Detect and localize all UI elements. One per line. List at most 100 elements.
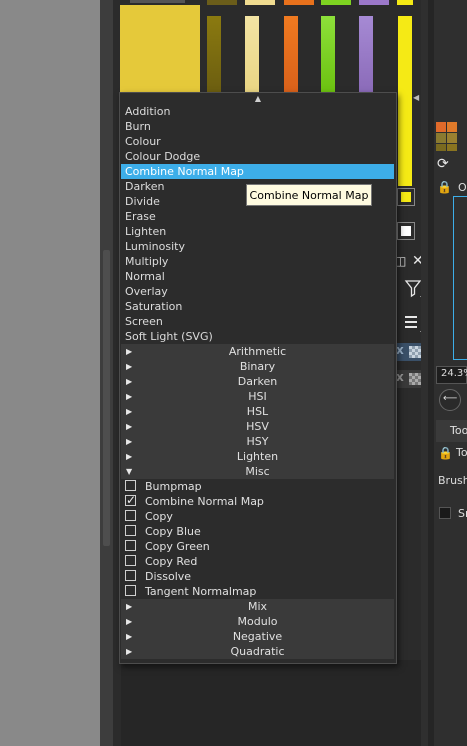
collapsed-arrow-icon: ▶ bbox=[126, 602, 133, 611]
bar-cap-cream bbox=[245, 0, 275, 5]
blend-mode-item-soft-light-svg[interactable]: Soft Light (SVG) bbox=[121, 329, 394, 344]
blend-mode-dropdown[interactable]: ▲ Addition Burn Colour Colour Dodge Combine … bbox=[119, 92, 397, 664]
category-label: Negative bbox=[232, 630, 283, 643]
category-misc[interactable]: ▼ Misc bbox=[121, 464, 394, 479]
category-label: Mix bbox=[247, 600, 268, 613]
tooltip: Combine Normal Map bbox=[246, 184, 372, 206]
category-hsy[interactable]: ▶ HSY bbox=[121, 434, 394, 449]
category-negative[interactable]: ▶ Negative bbox=[121, 629, 394, 644]
value-slider-yellow[interactable] bbox=[398, 16, 412, 186]
misc-item-bumpmap[interactable]: Bumpmap bbox=[121, 479, 394, 494]
tool-options-tab[interactable]: Too bbox=[436, 420, 467, 442]
expanded-arrow-icon: ▼ bbox=[126, 467, 133, 476]
palette-swatch-orange-1[interactable] bbox=[436, 122, 446, 132]
category-label: Quadratic bbox=[230, 645, 285, 658]
category-binary[interactable]: ▶ Binary bbox=[121, 359, 394, 374]
checkbox[interactable] bbox=[125, 480, 136, 491]
collapsed-arrow-icon: ▶ bbox=[126, 392, 133, 401]
category-arithmetic[interactable]: ▶ Arithmetic bbox=[121, 344, 394, 359]
checkbox[interactable] bbox=[125, 510, 136, 521]
category-hsv[interactable]: ▶ HSV bbox=[121, 419, 394, 434]
misc-item-dissolve[interactable]: Dissolve bbox=[121, 569, 394, 584]
tool-lock-icon[interactable]: 🔒 bbox=[438, 446, 453, 460]
collapsed-arrow-icon: ▶ bbox=[126, 617, 133, 626]
checkbox[interactable] bbox=[125, 570, 136, 581]
bar-cap-olive bbox=[207, 0, 237, 5]
checkbox[interactable] bbox=[125, 555, 136, 566]
category-label: HSI bbox=[248, 390, 267, 403]
category-quadratic[interactable]: ▶ Quadratic bbox=[121, 644, 394, 659]
checkbox[interactable] bbox=[125, 540, 136, 551]
canvas-area bbox=[0, 0, 100, 746]
opacity-label: O bbox=[458, 181, 467, 194]
category-darken[interactable]: ▶ Darken bbox=[121, 374, 394, 389]
blend-mode-item-luminosity[interactable]: Luminosity bbox=[121, 239, 394, 254]
zoom-slider-knob[interactable]: ⟵ bbox=[439, 389, 461, 411]
blend-mode-item-overlay[interactable]: Overlay bbox=[121, 284, 394, 299]
checkbox-label: Combine Normal Map bbox=[145, 495, 264, 508]
palette-swatch-olive-3[interactable] bbox=[436, 144, 446, 151]
gradient-bar-purple[interactable] bbox=[359, 16, 373, 94]
slider-arrows-icon: ⟵ bbox=[443, 393, 458, 404]
background-color-button[interactable] bbox=[397, 222, 415, 240]
category-label: Lighten bbox=[236, 450, 279, 463]
category-label: HSV bbox=[246, 420, 269, 433]
category-hsi[interactable]: ▶ HSI bbox=[121, 389, 394, 404]
palette-swatch-olive-4[interactable] bbox=[447, 144, 457, 151]
blend-mode-item-burn[interactable]: Burn bbox=[121, 119, 394, 134]
blend-mode-item-colour[interactable]: Colour bbox=[121, 134, 394, 149]
blend-mode-item-addition[interactable]: Addition bbox=[121, 104, 394, 119]
checkbox[interactable] bbox=[125, 525, 136, 536]
blend-mode-item-colour-dodge[interactable]: Colour Dodge bbox=[121, 149, 394, 164]
collapsed-arrow-icon: ▶ bbox=[126, 407, 133, 416]
blend-mode-item-lighten[interactable]: Lighten bbox=[121, 224, 394, 239]
foreground-color-button[interactable] bbox=[397, 188, 415, 206]
palette-swatch-orange-2[interactable] bbox=[447, 122, 457, 132]
splitter-handle[interactable] bbox=[103, 250, 110, 546]
right-splitter[interactable] bbox=[428, 0, 434, 746]
misc-item-copy-green[interactable]: Copy Green bbox=[121, 539, 394, 554]
misc-item-combine-normal-map[interactable]: Combine Normal Map bbox=[121, 493, 394, 509]
palette-swatch-olive-2[interactable] bbox=[447, 133, 457, 143]
blend-mode-item-screen[interactable]: Screen bbox=[121, 314, 394, 329]
swatch-top-edge bbox=[130, 0, 185, 3]
checkbox-label: Copy bbox=[145, 510, 173, 523]
misc-item-copy-red[interactable]: Copy Red bbox=[121, 554, 394, 569]
checkbox-label: Bumpmap bbox=[145, 480, 202, 493]
background-color-fill bbox=[401, 226, 411, 236]
lock-icon[interactable]: 🔒 bbox=[437, 180, 452, 194]
gradient-bar-orange[interactable] bbox=[284, 16, 298, 94]
gradient-bar-green[interactable] bbox=[321, 16, 335, 94]
category-label: Misc bbox=[245, 465, 270, 478]
blend-mode-item-normal[interactable]: Normal bbox=[121, 269, 394, 284]
palette-swatch-olive-1[interactable] bbox=[436, 133, 446, 143]
checkbox[interactable] bbox=[125, 493, 136, 508]
refresh-icon[interactable]: ⟳ bbox=[437, 156, 449, 172]
misc-item-tangent-normalmap[interactable]: Tangent Normalmap bbox=[121, 584, 394, 599]
blend-mode-item-combine-normal-map[interactable]: Combine Normal Map bbox=[121, 164, 394, 179]
category-modulo[interactable]: ▶ Modulo bbox=[121, 614, 394, 629]
checkbox-label: Copy Red bbox=[145, 555, 198, 568]
category-label: HSY bbox=[246, 435, 269, 448]
category-hsl[interactable]: ▶ HSL bbox=[121, 404, 394, 419]
zoom-field[interactable]: 24.3% bbox=[436, 366, 467, 384]
misc-item-copy[interactable]: Copy bbox=[121, 509, 394, 524]
gradient-bar-cream[interactable] bbox=[245, 16, 259, 94]
panel-bottom bbox=[121, 660, 421, 746]
gradient-bar-olive[interactable] bbox=[207, 16, 221, 94]
category-lighten[interactable]: ▶ Lighten bbox=[121, 449, 394, 464]
snap-checkbox[interactable] bbox=[439, 507, 451, 519]
bar-cap-yellow bbox=[397, 0, 413, 5]
category-mix[interactable]: ▶ Mix bbox=[121, 599, 394, 614]
main-color-swatch[interactable] bbox=[120, 5, 200, 93]
layer-x-icon-2: x bbox=[396, 370, 404, 384]
blend-mode-item-erase[interactable]: Erase bbox=[121, 209, 394, 224]
checkbox[interactable] bbox=[125, 585, 136, 596]
misc-item-copy-blue[interactable]: Copy Blue bbox=[121, 524, 394, 539]
blend-mode-item-saturation[interactable]: Saturation bbox=[121, 299, 394, 314]
panel-splitter[interactable] bbox=[100, 0, 113, 746]
collapsed-arrow-icon: ▶ bbox=[126, 452, 133, 461]
bar-cap-green bbox=[321, 0, 351, 5]
checkbox-label: Tangent Normalmap bbox=[145, 585, 257, 598]
blend-mode-item-multiply[interactable]: Multiply bbox=[121, 254, 394, 269]
